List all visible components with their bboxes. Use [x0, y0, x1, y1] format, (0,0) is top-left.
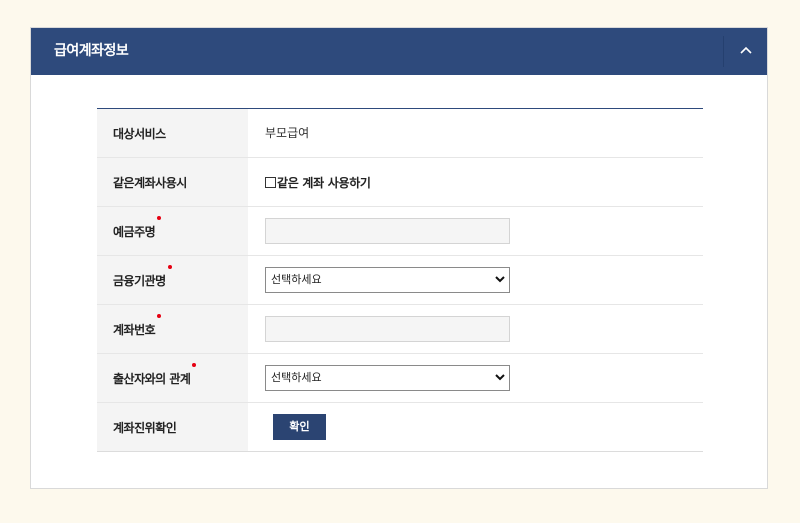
account-info-panel: 급여계좌정보 대상서비스 부모급여 같은계좌사용시 같은 계좌 사용하기 예금주…: [30, 27, 768, 489]
same-account-label: 같은계좌사용시: [97, 158, 248, 206]
account-number-label-text: 계좌번호: [113, 322, 156, 337]
form-row-account-number: 계좌번호: [97, 305, 703, 354]
header-divider: [723, 36, 724, 67]
required-dot: [167, 264, 172, 269]
collapse-button[interactable]: [725, 28, 767, 75]
form-row-same-account: 같은계좌사용시 같은 계좌 사용하기: [97, 158, 703, 207]
form-row-bank: 금융기관명 선택하세요: [97, 256, 703, 305]
bank-label-text: 금융기관명: [113, 273, 166, 288]
confirm-button[interactable]: 확인: [273, 414, 326, 440]
account-number-input[interactable]: [265, 316, 510, 342]
service-value: 부모급여: [265, 126, 310, 140]
relation-select-value: 선택하세요: [271, 371, 322, 384]
bank-value-cell: 선택하세요: [248, 256, 703, 304]
chevron-up-icon: [740, 46, 752, 54]
service-label: 대상서비스: [97, 109, 248, 157]
bank-select[interactable]: 선택하세요: [265, 267, 510, 293]
depositor-label: 예금주명: [97, 207, 248, 255]
required-dot: [157, 215, 162, 220]
relation-value-cell: 선택하세요: [248, 354, 703, 402]
same-account-label-text: 같은계좌사용시: [113, 175, 187, 190]
verify-value-cell: 확인: [248, 403, 703, 451]
account-number-value-cell: [248, 305, 703, 353]
form-row-service: 대상서비스 부모급여: [97, 109, 703, 158]
form-row-verify: 계좌진위확인 확인: [97, 403, 703, 452]
relation-label: 출산자와의 관계: [97, 354, 248, 402]
depositor-value-cell: [248, 207, 703, 255]
verify-label: 계좌진위확인: [97, 403, 248, 451]
depositor-input[interactable]: [265, 218, 510, 244]
account-form-table: 대상서비스 부모급여 같은계좌사용시 같은 계좌 사용하기 예금주명 금융기관명…: [97, 108, 703, 452]
verify-label-text: 계좌진위확인: [113, 420, 177, 435]
account-number-label: 계좌번호: [97, 305, 248, 353]
service-value-cell: 부모급여: [248, 109, 703, 157]
relation-label-text: 출산자와의 관계: [113, 371, 191, 386]
panel-title: 급여계좌정보: [54, 43, 129, 59]
depositor-label-text: 예금주명: [113, 224, 156, 239]
chevron-down-icon: [495, 374, 505, 381]
bank-label: 금융기관명: [97, 256, 248, 304]
same-account-checkbox-label: 같은 계좌 사용하기: [277, 175, 371, 190]
same-account-value-cell: 같은 계좌 사용하기: [248, 158, 703, 206]
form-row-relation: 출산자와의 관계 선택하세요: [97, 354, 703, 403]
required-dot: [192, 362, 197, 367]
relation-select[interactable]: 선택하세요: [265, 365, 510, 391]
same-account-checkbox[interactable]: 같은 계좌 사용하기: [265, 158, 371, 206]
bank-select-value: 선택하세요: [271, 273, 322, 286]
form-row-depositor: 예금주명: [97, 207, 703, 256]
service-label-text: 대상서비스: [113, 126, 166, 141]
checkbox-box[interactable]: [265, 176, 276, 188]
chevron-down-icon: [495, 276, 505, 283]
required-dot: [157, 313, 162, 318]
panel-header: 급여계좌정보: [31, 28, 767, 75]
